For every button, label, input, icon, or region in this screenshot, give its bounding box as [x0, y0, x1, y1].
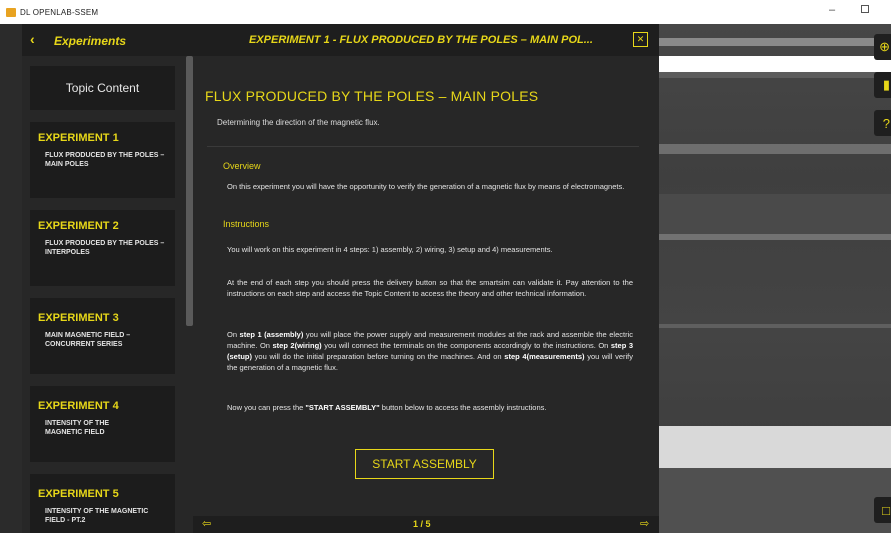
experiment-subtitle: MAIN MAGNETIC FIELD – CONCURRENT SERIES: [45, 332, 131, 348]
experiment-card-1[interactable]: EXPERIMENT 1 FLUX PRODUCED BY THE POLES …: [30, 122, 175, 198]
step-1-label: step 1 (assembly): [239, 330, 304, 339]
app-icon: [6, 8, 16, 17]
close-icon: ✕: [636, 34, 645, 44]
instructions-paragraph-2: At the end of each step you should press…: [227, 278, 633, 298]
final-button-name: "START ASSEMBLY": [305, 403, 380, 412]
window-button[interactable]: □: [874, 497, 891, 523]
left-scrollbar[interactable]: [186, 56, 193, 326]
topic-content-button[interactable]: Topic Content: [30, 66, 175, 110]
chart-button[interactable]: ▮: [874, 72, 891, 98]
experiment-title: EXPERIMENT 5: [38, 488, 119, 500]
final-text: button below to access the assembly inst…: [379, 403, 547, 412]
experiment-header: EXPERIMENT 1 - FLUX PRODUCED BY THE POLE…: [193, 24, 659, 56]
overview-text: On this experiment you will have the opp…: [227, 182, 625, 191]
experiment-content[interactable]: FLUX PRODUCED BY THE POLES – MAIN POLES …: [193, 56, 659, 516]
instructions-paragraph-1: You will work on this experiment in 4 st…: [227, 245, 553, 254]
experiment-title: EXPERIMENT 4: [38, 400, 119, 412]
minimize-button[interactable]: –: [829, 4, 835, 16]
3d-viewport[interactable]: [659, 24, 891, 533]
help-icon: ?: [882, 115, 890, 131]
maximize-button[interactable]: [861, 5, 869, 13]
experiment-lead: Determining the direction of the magneti…: [217, 118, 380, 127]
instructions-title: Instructions: [223, 219, 270, 229]
final-instruction: Now you can press the "START ASSEMBLY" b…: [227, 402, 633, 413]
steps-text: you will do the initial preparation befo…: [252, 352, 505, 361]
globe-button[interactable]: ⊕: [874, 34, 891, 60]
experiment-list[interactable]: Topic Content EXPERIMENT 1 FLUX PRODUCED…: [22, 56, 193, 533]
help-button[interactable]: ?: [874, 110, 891, 136]
instructions-steps: On step 1 (assembly) you will place the …: [227, 329, 633, 373]
experiments-back-label[interactable]: Experiments: [54, 34, 126, 48]
experiment-subtitle: INTENSITY OF THE MAGNETIC FIELD - PT.2: [45, 508, 149, 524]
step-4-label: step 4(measurements): [504, 352, 585, 361]
experiment-header-title: EXPERIMENT 1 - FLUX PRODUCED BY THE POLE…: [249, 34, 593, 46]
experiment-card-4[interactable]: EXPERIMENT 4 INTENSITY OF THE MAGNETIC F…: [30, 386, 175, 462]
experiment-subtitle: INTENSITY OF THE MAGNETIC FIELD: [45, 420, 110, 436]
overview-title: Overview: [223, 161, 261, 171]
pagination-bar: ⇦ 1 / 5 ⇨: [193, 516, 659, 533]
globe-icon: ⊕: [879, 39, 890, 54]
experiment-card-5[interactable]: EXPERIMENT 5 INTENSITY OF THE MAGNETIC F…: [30, 474, 175, 533]
experiment-title: EXPERIMENT 1: [38, 132, 119, 144]
page-indicator: 1 / 5: [413, 519, 431, 529]
experiment-title: EXPERIMENT 3: [38, 312, 119, 324]
steps-text: you will connect the terminals on the co…: [321, 341, 611, 350]
close-button[interactable]: ✕: [633, 32, 648, 47]
experiments-back-bar[interactable]: ‹ Experiments: [22, 24, 193, 56]
experiment-title: EXPERIMENT 2: [38, 220, 119, 232]
app-area: ⊕ ▮ ? □ ‹ Experiments Topic Content EXPE…: [0, 24, 891, 533]
chart-icon: ▮: [882, 77, 890, 92]
final-text: Now you can press the: [227, 403, 306, 412]
steps-text: On: [227, 330, 240, 339]
arrow-left-icon[interactable]: ⇦: [202, 517, 211, 530]
chevron-left-icon[interactable]: ‹: [30, 31, 35, 47]
experiment-heading: FLUX PRODUCED BY THE POLES – MAIN POLES: [205, 88, 539, 104]
experiment-card-2[interactable]: EXPERIMENT 2 FLUX PRODUCED BY THE POLES …: [30, 210, 175, 286]
experiment-description: Overview On this experiment you will hav…: [207, 146, 639, 431]
arrow-right-icon[interactable]: ⇨: [640, 517, 649, 530]
window-title: DL OPENLAB-SSEM: [20, 8, 99, 17]
experiment-subtitle: FLUX PRODUCED BY THE POLES – INTERPOLES: [45, 240, 165, 256]
experiment-subtitle: FLUX PRODUCED BY THE POLES – MAIN POLES: [45, 152, 165, 168]
step-2-label: step 2(wiring): [272, 341, 322, 350]
window-icon: □: [882, 502, 890, 518]
window-titlebar: DL OPENLAB-SSEM –: [0, 0, 891, 24]
experiment-card-3[interactable]: EXPERIMENT 3 MAIN MAGNETIC FIELD – CONCU…: [30, 298, 175, 374]
start-assembly-button[interactable]: START ASSEMBLY: [355, 449, 494, 479]
